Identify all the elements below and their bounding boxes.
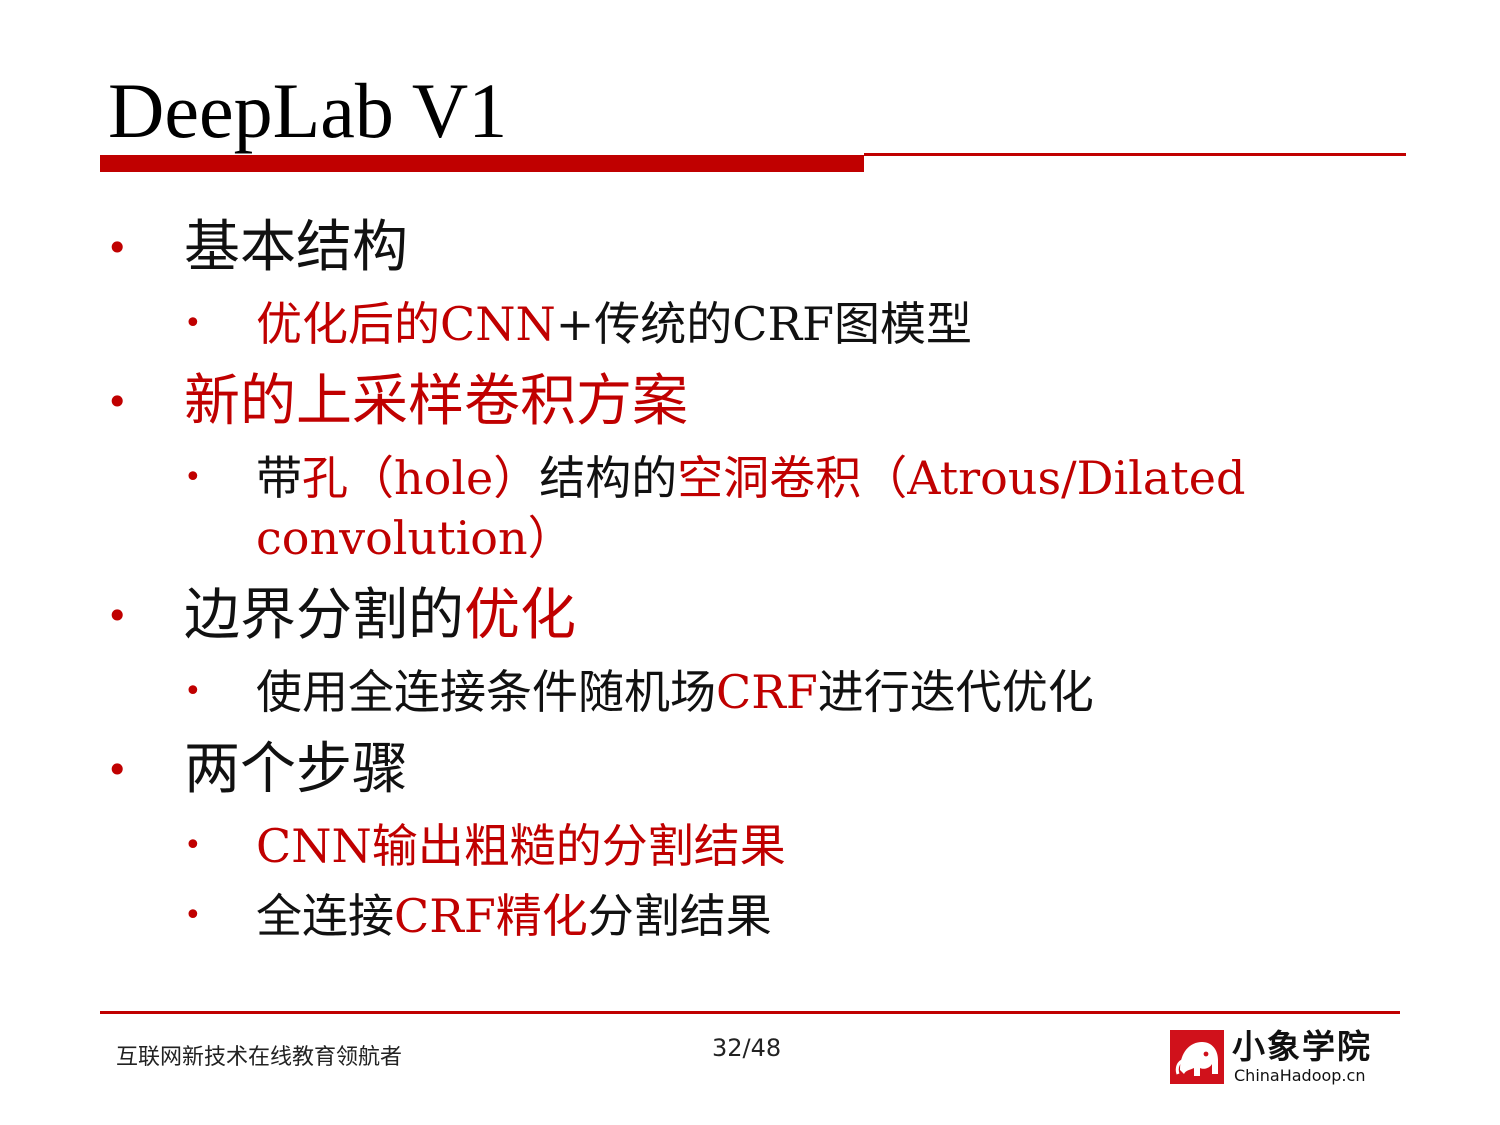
- footer-tagline: 互联网新技术在线教育领航者: [116, 1045, 403, 1070]
- bullet-marker: •: [106, 380, 129, 424]
- logo-brand-text: 小象学院: [1232, 1027, 1372, 1066]
- sub-bullet-item: • 使用全连接条件随机场CRF进行迭代优化: [184, 664, 1094, 720]
- bullet-text: CRF精化: [394, 889, 588, 943]
- sub-bullet-item: • CNN输出粗糙的分割结果: [184, 818, 786, 874]
- bullet-text: 边界分割的: [184, 583, 464, 648]
- sub-bullet-item: convolution）: [256, 510, 574, 566]
- bullet-item: • 新的上采样卷积方案: [106, 369, 688, 434]
- sub-bullet-item: • 带孔（hole）结构的空洞卷积（Atrous/Dilated: [184, 450, 1246, 506]
- slide-title: DeepLab V1: [108, 67, 508, 154]
- bullet-text: 优化后的CNN: [256, 297, 556, 351]
- bullet-text: +传统的CRF图模型: [555, 297, 972, 351]
- bullet-marker: •: [184, 460, 202, 495]
- bullet-text: 基本结构: [184, 215, 408, 280]
- bullet-text: 优化: [464, 583, 576, 648]
- bullet-text: 结构的: [539, 451, 678, 505]
- bullet-marker: •: [106, 594, 129, 638]
- bullet-marker: •: [184, 306, 202, 341]
- brand-logo: 小象学院 ChinaHadoop.cn: [1170, 1028, 1392, 1088]
- logo-domain-text: ChinaHadoop.cn: [1234, 1066, 1366, 1085]
- bullet-marker: •: [184, 674, 202, 709]
- bullet-text: 全连接: [256, 889, 394, 943]
- bullet-text: CNN输出粗糙的分割结果: [256, 819, 786, 873]
- bullet-item: • 基本结构: [106, 215, 408, 280]
- bullet-text: 使用全连接条件随机场: [256, 665, 716, 719]
- sub-bullet-item: • 优化后的CNN+传统的CRF图模型: [184, 296, 972, 352]
- bullet-text: 空洞卷积（Atrous/Dilated: [677, 451, 1246, 505]
- bullet-text: CRF: [716, 665, 818, 719]
- page-number: 32/48: [712, 1034, 782, 1062]
- sub-bullet-item: • 全连接CRF精化分割结果: [184, 888, 772, 944]
- bullet-marker: •: [106, 226, 129, 270]
- bullet-item: • 两个步骤: [106, 737, 408, 802]
- bullet-marker: •: [184, 828, 202, 863]
- elephant-logo-icon: [1170, 1030, 1224, 1084]
- bullet-item: • 边界分割的优化: [106, 583, 576, 648]
- bullet-text: 分割结果: [587, 889, 772, 943]
- title-underline-thin: [864, 153, 1406, 156]
- bullet-text: 孔（hole）: [302, 451, 540, 505]
- bullet-text: 新的上采样卷积方案: [184, 369, 688, 434]
- footer-rule: [100, 1011, 1400, 1014]
- bullet-text: 带: [256, 451, 302, 505]
- bullet-text: convolution）: [256, 511, 574, 565]
- title-underline-thick: [100, 155, 864, 172]
- bullet-text: 进行迭代优化: [817, 665, 1094, 719]
- bullet-marker: •: [106, 748, 129, 792]
- bullet-marker: •: [184, 898, 202, 933]
- bullet-text: 两个步骤: [184, 737, 408, 802]
